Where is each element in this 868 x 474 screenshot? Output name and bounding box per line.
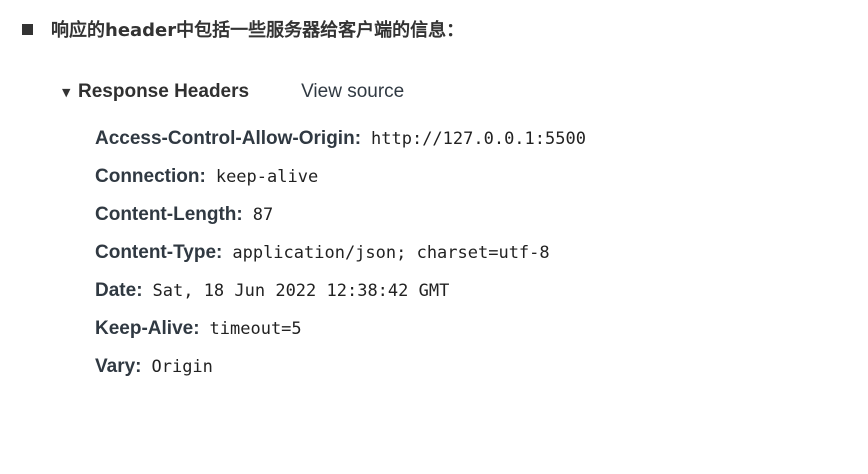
header-name: Date — [95, 280, 137, 301]
header-row: Content-Type: application/json; charset=… — [95, 234, 842, 272]
response-headers-header[interactable]: ▼ Response Headers View source — [62, 78, 842, 106]
view-source-link[interactable]: View source — [301, 81, 404, 103]
header-name: Connection — [95, 166, 200, 187]
header-row: Keep-Alive: timeout=5 — [95, 310, 842, 348]
header-separator: : — [216, 242, 223, 263]
header-separator: : — [236, 204, 243, 225]
header-row: Content-Length: 87 — [95, 196, 842, 234]
response-headers-title[interactable]: Response Headers — [78, 81, 249, 103]
header-row: Connection: keep-alive — [95, 158, 842, 196]
header-value: application/json; charset=utf-8 — [232, 243, 550, 263]
header-value: http://127.0.0.1:5500 — [371, 129, 586, 149]
square-bullet-icon — [22, 23, 33, 35]
header-value: Sat, 18 Jun 2022 12:38:42 GMT — [152, 281, 450, 301]
intro-text: 响应的header中包括一些服务器给客户端的信息： — [51, 20, 465, 41]
header-separator: : — [199, 166, 206, 187]
expand-triangle-icon[interactable]: ▼ — [62, 86, 78, 99]
headers-list: Access-Control-Allow-Origin: http://127.… — [62, 120, 842, 386]
header-name: Content-Length — [95, 204, 237, 225]
header-name: Vary — [95, 356, 136, 377]
intro-line: 响应的header中包括一些服务器给客户端的信息： — [22, 16, 464, 42]
header-name: Access-Control-Allow-Origin — [95, 128, 355, 149]
response-headers-panel: ▼ Response Headers View source Access-Co… — [62, 78, 842, 386]
header-value: 87 — [252, 205, 274, 225]
header-separator: : — [354, 128, 362, 149]
header-value: Origin — [151, 357, 213, 377]
header-separator: : — [135, 356, 142, 377]
header-name: Content-Type — [95, 242, 217, 263]
header-row: Access-Control-Allow-Origin: http://127.… — [95, 120, 842, 158]
header-value: timeout=5 — [209, 319, 302, 339]
header-row: Vary: Origin — [95, 348, 842, 386]
header-separator: : — [136, 280, 143, 301]
header-value: keep-alive — [215, 167, 319, 187]
header-name: Keep-Alive — [95, 318, 194, 339]
header-row: Date: Sat, 18 Jun 2022 12:38:42 GMT — [95, 272, 842, 310]
header-separator: : — [193, 318, 200, 339]
